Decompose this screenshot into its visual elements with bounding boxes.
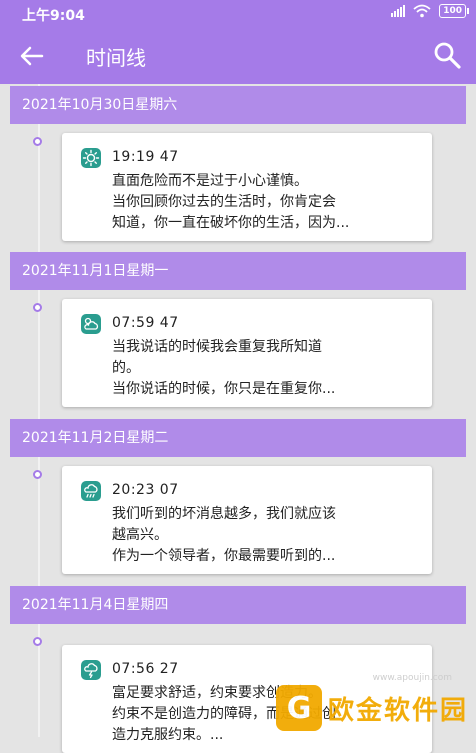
- watermark-logo: G: [276, 685, 322, 731]
- entry-line: 当你说话的时候，你只是在重复你...: [112, 381, 336, 397]
- timeline-dot: [33, 137, 42, 146]
- diary-card[interactable]: 19:19 47 直面危险而不是过于小心谨慎。 当你回顾你过去的生活时，你肯定会…: [62, 133, 432, 241]
- watermark-url: www.apoujin.com: [372, 673, 452, 683]
- status-bar: 上午9:04 100: [0, 0, 476, 28]
- date-header: 2021年11月1日星期一: [10, 252, 466, 290]
- watermark-text: 欧金软件园: [328, 695, 469, 726]
- entry-time: 07:56 27: [112, 661, 179, 677]
- page-title: 时间线: [86, 46, 146, 70]
- status-time: 上午9:04: [22, 8, 85, 24]
- wifi-icon: [413, 4, 431, 18]
- entry-text: 我们听到的坏消息越多，我们就应该 越高兴。 作为一个领导者，你最需要听到的...: [112, 504, 422, 567]
- cloudy-icon: [81, 314, 101, 334]
- sun-icon: [81, 148, 101, 168]
- timeline-dot: [33, 470, 42, 479]
- entry-line: 我们听到的坏消息越多，我们就应该: [112, 506, 336, 522]
- entry-time: 20:23 07: [112, 482, 179, 498]
- entry-line: 直面危险而不是过于小心谨慎。: [112, 173, 308, 189]
- date-header: 2021年11月2日星期二: [10, 419, 466, 457]
- date-header: 2021年11月4日星期四: [10, 586, 466, 624]
- watermark: www.apoujin.com G 欧金软件园: [276, 673, 476, 737]
- search-icon[interactable]: [432, 40, 462, 70]
- battery-icon: 100: [439, 4, 469, 18]
- signal-icon: [391, 5, 406, 17]
- app-bar: 时间线: [0, 28, 476, 84]
- entry-text: 当我说话的时候我会重复我所知道 的。 当你说话的时候，你只是在重复你...: [112, 337, 422, 400]
- entry-line: 的。: [112, 360, 140, 376]
- date-header: 2021年10月30日星期六: [10, 86, 466, 124]
- entry-line: 越高兴。: [112, 527, 168, 543]
- timeline-dot: [33, 303, 42, 312]
- diary-card[interactable]: 20:23 07 我们听到的坏消息越多，我们就应该 越高兴。 作为一个领导者，你…: [62, 466, 432, 574]
- rain-icon: [81, 481, 101, 501]
- entry-line: 当我说话的时候我会重复我所知道: [112, 339, 322, 355]
- entry-line: 当你回顾你过去的生活时，你肯定会: [112, 194, 336, 210]
- entry-line: 作为一个领导者，你最需要听到的...: [112, 548, 336, 564]
- storm-icon: [81, 660, 101, 680]
- entry-time: 07:59 47: [112, 315, 179, 331]
- entry-time: 19:19 47: [112, 149, 179, 165]
- entry-line: 知道，你一直在破坏你的生活，因为...: [112, 215, 350, 231]
- diary-card[interactable]: 07:59 47 当我说话的时候我会重复我所知道 的。 当你说话的时候，你只是在…: [62, 299, 432, 407]
- status-icons: 100: [391, 4, 469, 18]
- entry-text: 直面危险而不是过于小心谨慎。 当你回顾你过去的生活时，你肯定会 知道，你一直在破…: [112, 171, 422, 234]
- timeline-dot: [33, 637, 42, 646]
- back-arrow-icon[interactable]: [18, 42, 46, 70]
